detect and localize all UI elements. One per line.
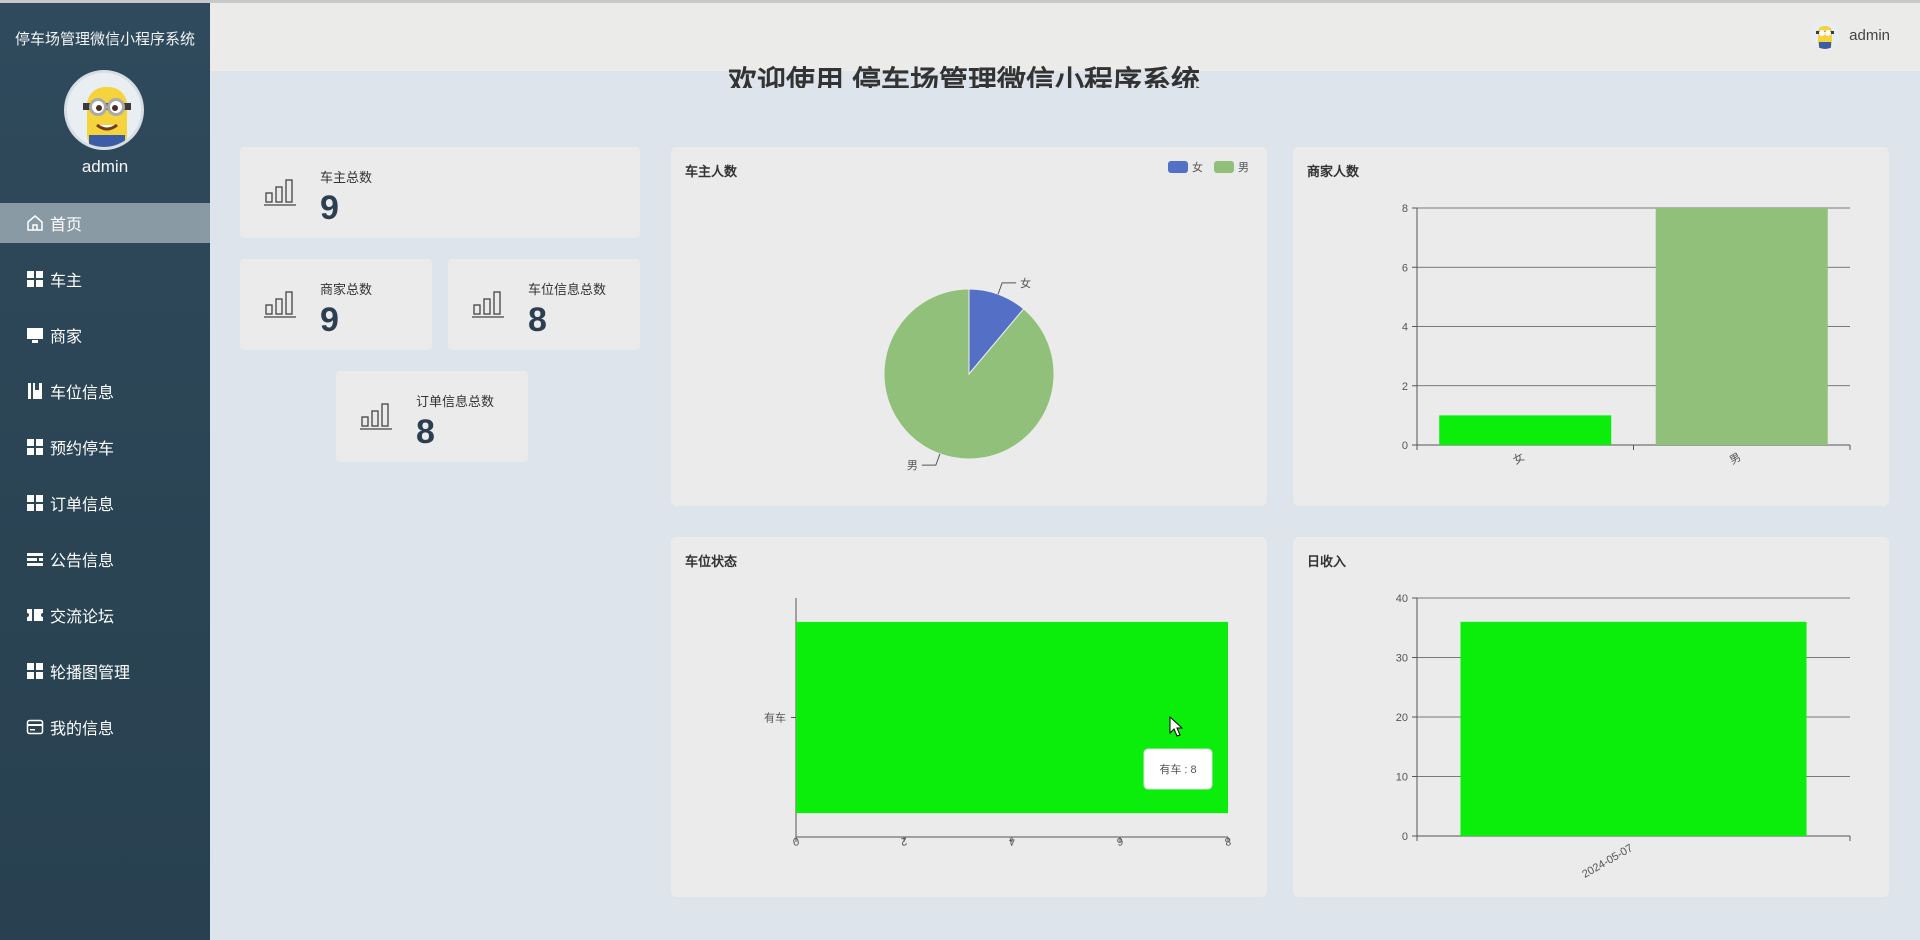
bar-chart-icon [264,289,296,324]
avatar[interactable] [64,70,144,150]
grid-icon [26,270,44,288]
stat-card-merchants: 商家总数 9 [240,259,432,350]
x-tick-label: 2024-05-07 [1580,842,1635,881]
x-tick-label: 男 [1728,451,1744,467]
y-tick-label: 有车 [764,711,786,725]
sidebar-item-label: 车位信息 [50,385,115,402]
chart-panel-space-status: 车位状态 0 2 4 6 8 有车 有车 : 8 [671,537,1267,897]
bar [1439,415,1612,445]
x-tick-label: 8 [1224,835,1232,848]
chart-panel-daily-income: 日收入 0 10 20 30 40 2024-05-07 [1293,537,1889,897]
sidebar-item-merchants[interactable]: 商家 [0,315,210,355]
app-title: 停车场管理微信小程序系统 [14,31,195,48]
card-icon [26,718,44,736]
pie-label: 女 [1020,276,1031,290]
sidebar-item-label: 我的信息 [50,721,115,738]
y-tick-label: 10 [1396,772,1408,784]
header-user[interactable]: admin [1811,21,1890,49]
bar-chart: 0 2 4 6 8 女 男 [1402,203,1851,467]
sidebar-item-carousel[interactable]: 轮播图管理 [0,651,210,691]
x-tick-label: 女 [1510,449,1527,467]
stat-card-spaces: 车位信息总数 8 [448,259,640,350]
sidebar-item-orders[interactable]: 订单信息 [0,483,210,523]
home-icon [26,214,44,232]
sidebar-item-label: 交流论坛 [50,609,115,626]
monitor-icon [26,326,44,344]
bar [1655,208,1828,445]
legend-swatch [1168,161,1188,173]
x-tick-label: 4 [1008,835,1016,848]
bar-chart-icon [472,289,504,324]
pie-chart: 女男女男 [883,160,1249,472]
pie-label: 男 [907,460,918,472]
stat-card-orders: 订单信息总数 8 [336,371,528,462]
bar-chart: 0 10 20 30 40 2024-05-07 [1396,593,1851,881]
header-username: admin [1849,26,1890,44]
chart-panel-owner-gender: 车主人数 女男女男 [671,147,1267,506]
book-icon [26,382,44,400]
stat-value: 9 [320,301,339,339]
sidebar-item-label: 车主 [50,273,83,290]
sidebar-item-label: 预约停车 [50,441,115,458]
tooltip-text: 有车 : 8 [1159,762,1196,776]
y-tick-label: 0 [1402,831,1408,843]
bar-chart-icon [360,401,392,436]
sidebar-item-owners[interactable]: 车主 [0,259,210,299]
sidebar-item-profile[interactable]: 我的信息 [0,707,210,747]
sidebar-item-label: 轮播图管理 [50,665,131,682]
sidebar-item-label: 公告信息 [50,553,115,570]
sidebar: 停车场管理微信小程序系统 admin 首页 车主 商家 车位信息 预约停车 订单… [0,0,210,940]
pie-slice [883,288,1055,460]
sidebar-item-label: 首页 [50,217,83,234]
stat-value: 9 [320,189,339,227]
grid-icon [26,662,44,680]
bar [1460,621,1807,836]
grid-icon [26,438,44,456]
y-tick-label: 30 [1396,653,1408,665]
hbar-chart: 0 2 4 6 8 有车有车 : 8 [764,598,1232,848]
sidebar-item-home[interactable]: 首页 [0,203,210,243]
stat-label: 车主总数 [320,170,373,185]
stat-label: 订单信息总数 [416,394,495,409]
stat-label: 车位信息总数 [528,282,607,297]
stat-label: 商家总数 [320,282,373,297]
x-tick-label: 2 [900,835,908,848]
grid-icon [26,494,44,512]
legend-swatch [1214,161,1234,173]
legend-label: 女 [1192,160,1203,174]
top-border [0,0,1920,3]
sidebar-item-label: 订单信息 [50,497,115,514]
legend-label: 男 [1238,162,1249,174]
avatar-small-icon [1811,21,1840,49]
x-tick-label: 0 [792,835,800,848]
minion-avatar-icon [67,73,141,147]
x-tick-label: 6 [1116,835,1124,848]
sidebar-item-notices[interactable]: 公告信息 [0,539,210,579]
sidebar-item-label: 商家 [50,329,83,346]
chart-panel-merchant-gender: 商家人数 02468女男 [1293,147,1889,506]
y-tick-label: 2 [1402,381,1408,393]
sidebar-item-reservation[interactable]: 预约停车 [0,427,210,467]
sidebar-item-forum[interactable]: 交流论坛 [0,595,210,635]
ticket-icon [26,606,44,624]
sidebar-item-spaces[interactable]: 车位信息 [0,371,210,411]
pie-leader-line [997,282,1017,295]
stat-value: 8 [528,301,547,339]
stat-card-owners: 车主总数 9 [240,147,640,238]
y-tick-label: 0 [1402,440,1408,452]
y-tick-label: 40 [1396,593,1408,605]
y-tick-label: 8 [1402,203,1408,215]
stat-value: 8 [416,413,435,451]
y-tick-label: 4 [1402,322,1408,334]
bar-chart-icon [264,177,296,212]
welcome-title: 欢迎使用 停车场管理微信小程序系统 [727,66,1201,88]
sidebar-username: admin [81,157,129,176]
pie-leader-line [921,453,941,466]
sidebar-menu: 首页 车主 商家 车位信息 预约停车 订单信息 公告信息 交流论坛 轮播图管理 … [0,203,210,763]
y-tick-label: 20 [1396,712,1408,724]
list-icon [26,550,44,568]
y-tick-label: 6 [1402,262,1408,274]
